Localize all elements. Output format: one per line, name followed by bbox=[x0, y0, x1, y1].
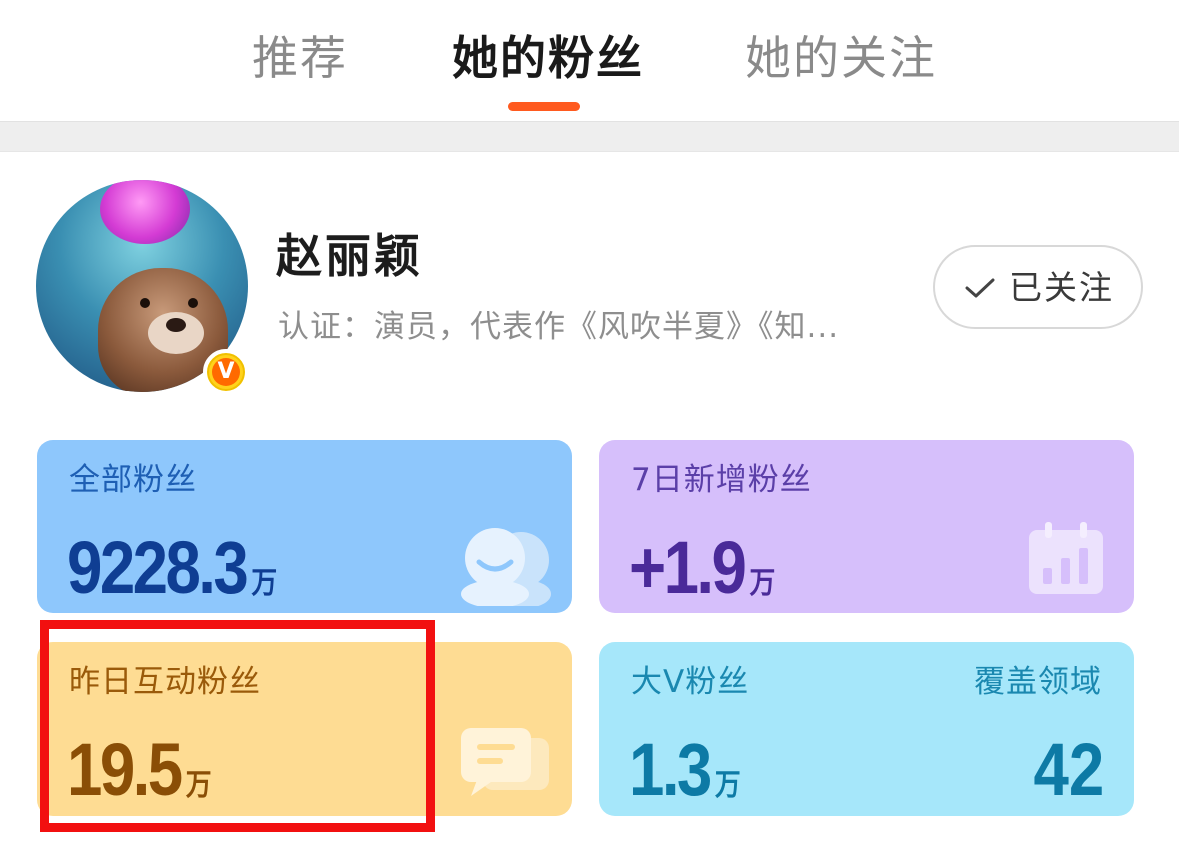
all-fans-unit: 万 bbox=[251, 567, 278, 600]
chat-bubble-icon bbox=[461, 728, 549, 796]
verified-v-badge-icon: V bbox=[203, 349, 249, 395]
avatar-eye bbox=[140, 298, 150, 308]
calendar-chart-icon bbox=[1029, 522, 1103, 594]
active-tab-indicator bbox=[508, 102, 580, 111]
tab-bar: 推荐 她的粉丝 她的关注 bbox=[0, 0, 1179, 120]
big-v-fans-card[interactable]: 大V粉丝 覆盖领域 1.3 万 42 bbox=[599, 642, 1134, 816]
big-v-fans-label: 大V粉丝 bbox=[631, 664, 750, 700]
tab-recommend[interactable]: 推荐 bbox=[252, 28, 348, 88]
avatar-nose bbox=[166, 318, 186, 332]
tab-her-fans[interactable]: 她的粉丝 bbox=[452, 28, 644, 88]
tab-her-following[interactable]: 她的关注 bbox=[745, 28, 937, 88]
all-fans-card[interactable]: 全部粉丝 9228.3 万 bbox=[37, 440, 572, 613]
all-fans-label: 全部粉丝 bbox=[69, 462, 197, 498]
highlight-box bbox=[40, 620, 435, 832]
big-v-fans-unit: 万 bbox=[714, 769, 741, 802]
big-v-fans-value: 1.3 万 bbox=[629, 728, 741, 816]
followed-button-label: 已关注 bbox=[1009, 268, 1114, 307]
users-icon bbox=[461, 528, 551, 606]
section-divider bbox=[0, 121, 1179, 152]
verification-description: 认证：演员，代表作《风吹半夏》《知... bbox=[278, 309, 840, 345]
coverage-domain-label: 覆盖领域 bbox=[974, 664, 1102, 700]
all-fans-number: 9228.3 bbox=[67, 526, 249, 609]
new-fans-7d-number: +1.9 bbox=[629, 526, 747, 609]
new-fans-7d-label: 7日新增粉丝 bbox=[631, 462, 812, 498]
check-icon bbox=[965, 278, 995, 298]
new-fans-7d-value: +1.9 万 bbox=[629, 526, 775, 613]
profile-name[interactable]: 赵丽颖 bbox=[276, 226, 423, 286]
new-fans-7d-card[interactable]: 7日新增粉丝 +1.9 万 bbox=[599, 440, 1134, 613]
coverage-domain-value: 42 bbox=[1033, 728, 1104, 811]
new-fans-7d-unit: 万 bbox=[749, 567, 776, 600]
big-v-fans-number: 1.3 bbox=[629, 728, 712, 811]
all-fans-value: 9228.3 万 bbox=[67, 526, 277, 613]
verified-v-letter: V bbox=[212, 358, 240, 386]
followed-button[interactable]: 已关注 bbox=[933, 245, 1143, 329]
avatar-eye bbox=[188, 298, 198, 308]
avatar-orb bbox=[100, 180, 190, 244]
